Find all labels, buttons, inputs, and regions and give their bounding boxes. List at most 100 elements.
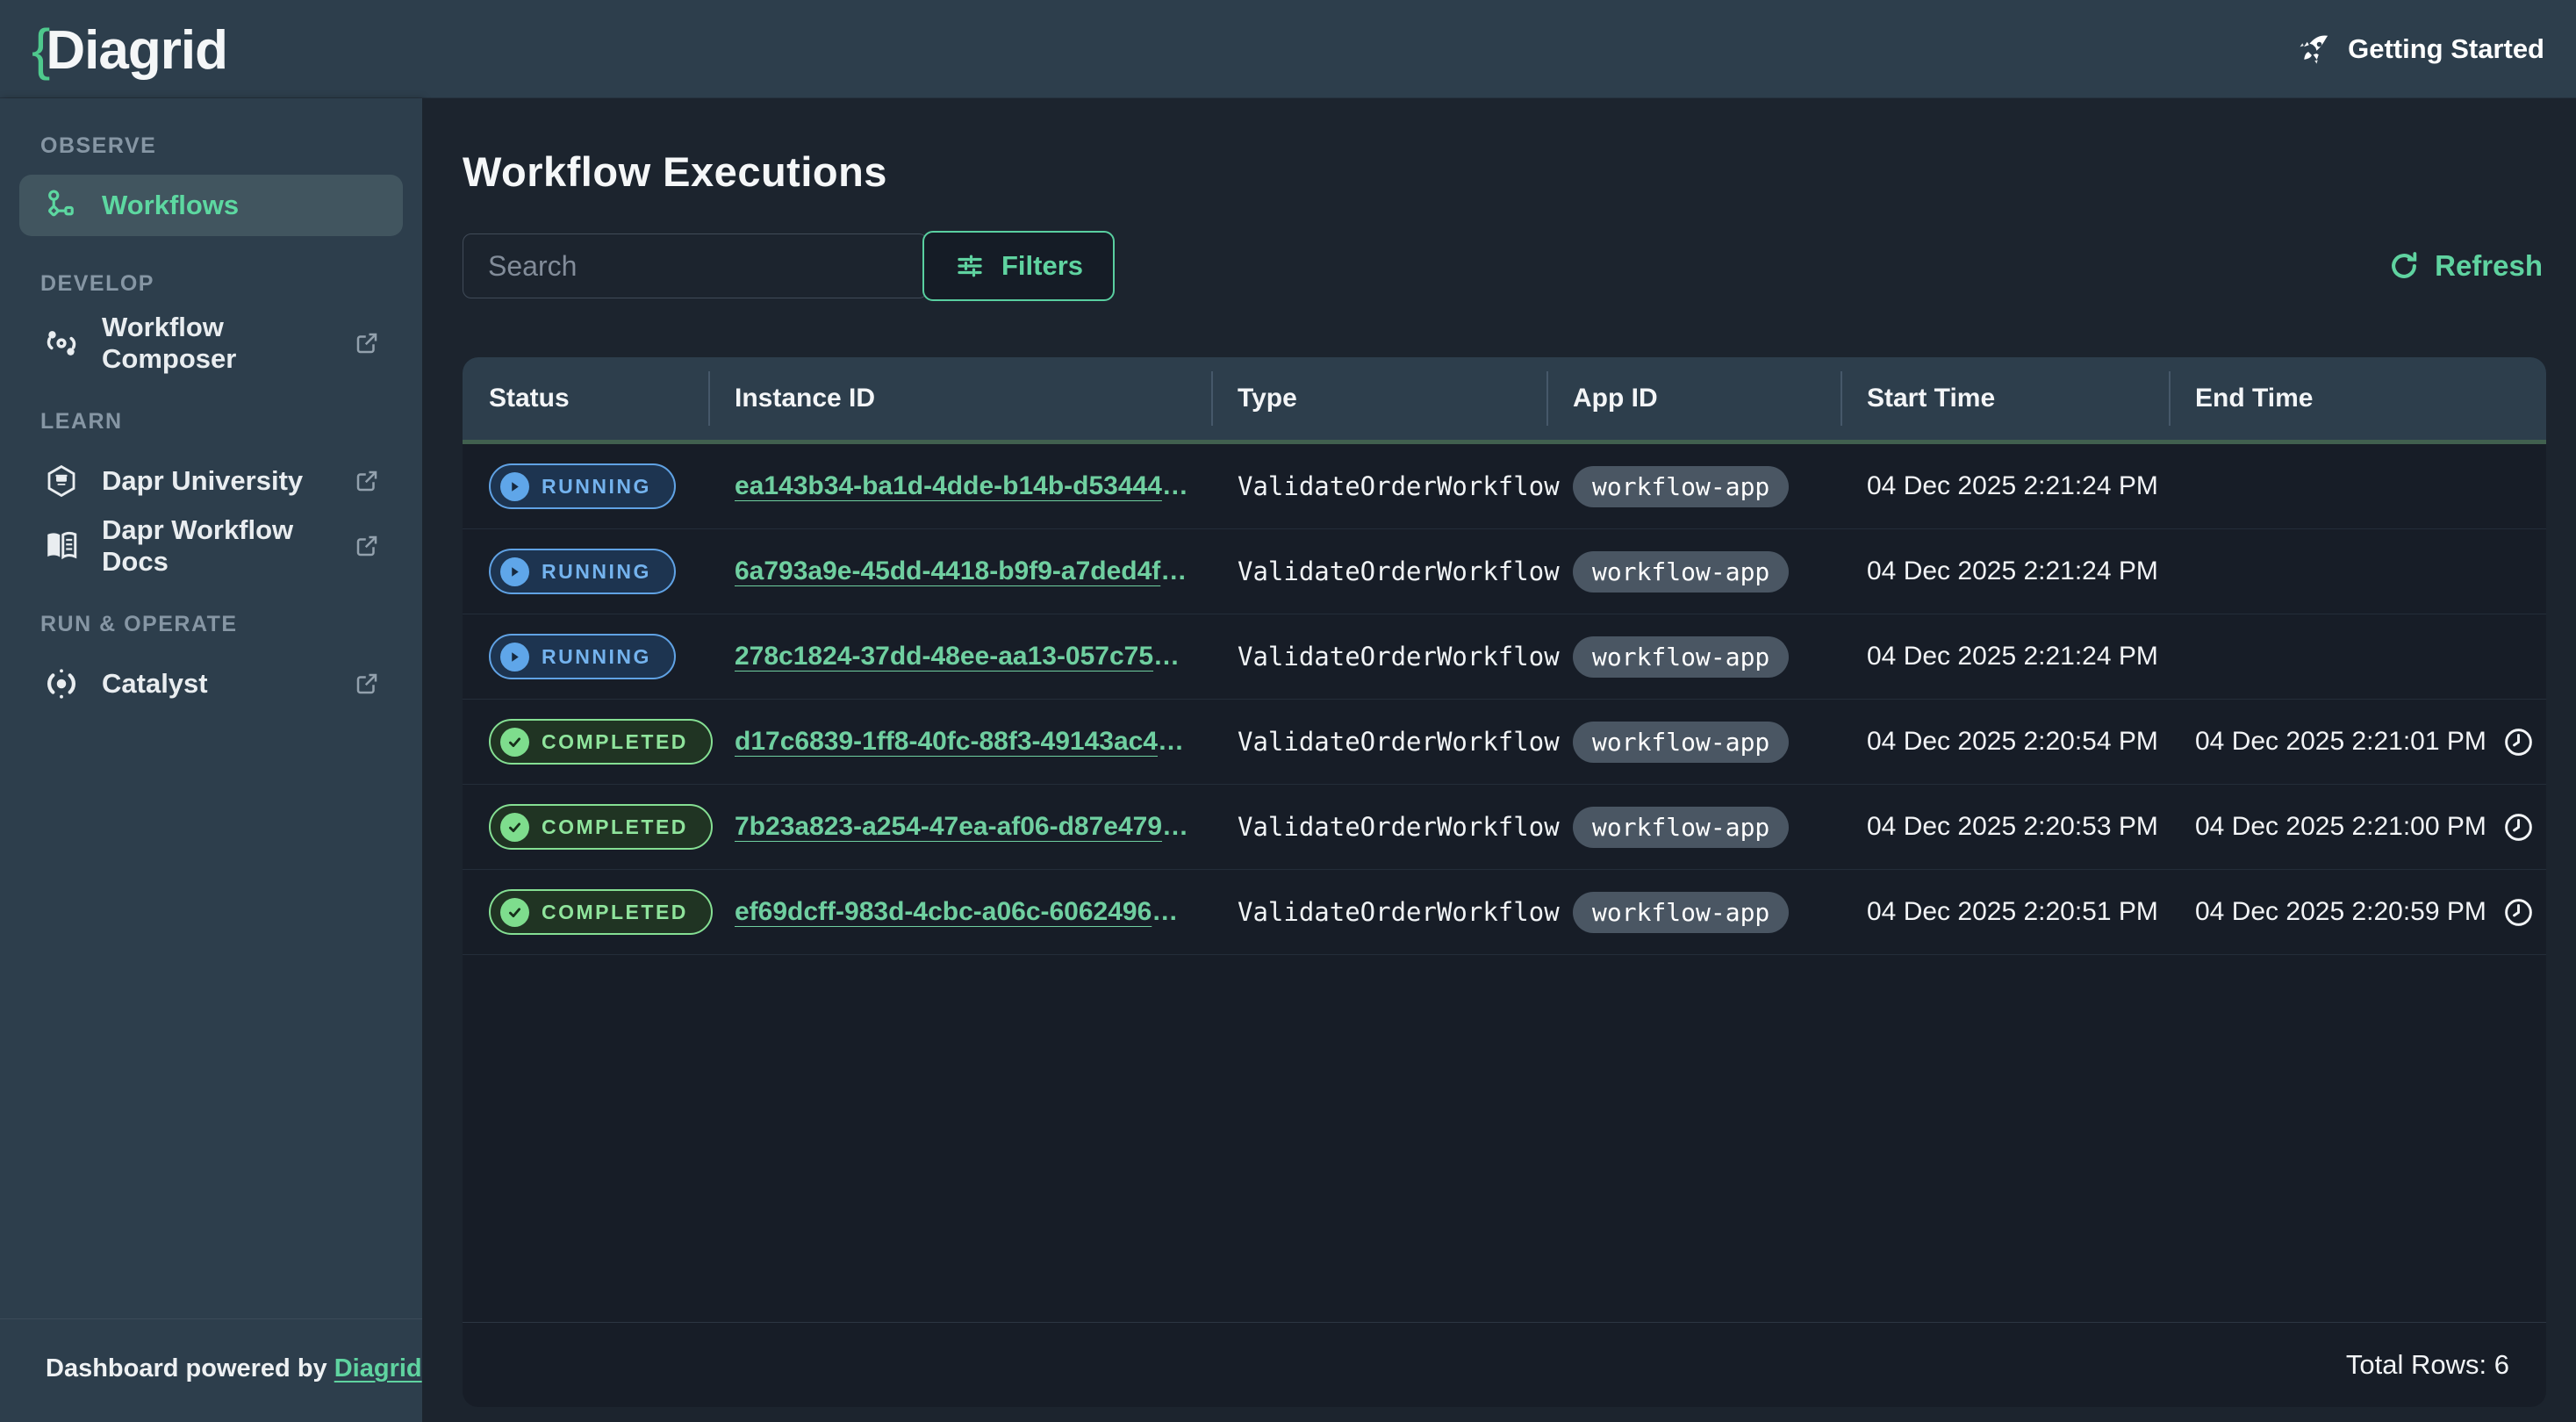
getting-started-button[interactable]: Getting Started [2297, 32, 2544, 67]
app-root: { Diagrid Getting Started OBSERVE [0, 0, 2576, 1422]
table-row: COMPLETED 7b23a823-a254-47ea-af06-d87e47… [463, 785, 2546, 870]
table-row: RUNNING 6a793a9e-45dd-4418-b9f9-a7ded4f1… [463, 529, 2546, 614]
check-icon [507, 735, 522, 750]
start-time-cell: 04 Dec 2025 2:20:51 PM [1841, 897, 2169, 927]
controls-row: Filters Refresh [463, 231, 2546, 301]
sidebar-section-learn: LEARN [40, 409, 422, 434]
column-header-end-time[interactable]: End Time [2169, 357, 2546, 440]
column-header-status[interactable]: Status [463, 357, 708, 440]
app-id-cell: workflow-app [1546, 551, 1841, 592]
refresh-button[interactable]: Refresh [2387, 249, 2543, 283]
status-badge-label: RUNNING [542, 645, 651, 669]
table-row: COMPLETED ef69dcff-983d-4cbc-a06c-606249… [463, 870, 2546, 955]
instance-id-cell: 6a793a9e-45dd-4418-b9f9-a7ded4f10b71 [708, 557, 1211, 586]
status-cell: RUNNING [463, 463, 708, 509]
end-time-cell: 04 Dec 2025 2:21:00 PM [2169, 811, 2546, 844]
diagrid-link[interactable]: Diagrid [334, 1354, 422, 1382]
workflow-type-text: ValidateOrderWorkflow [1238, 727, 1560, 757]
app-id-cell: workflow-app [1546, 636, 1841, 678]
start-time-cell: 04 Dec 2025 2:21:24 PM [1841, 642, 2169, 672]
instance-id-link[interactable]: 6a793a9e-45dd-4418-b9f9-a7ded4f10b71 [735, 557, 1191, 586]
table-body: RUNNING ea143b34-ba1d-4dde-b14b-d5344486… [463, 444, 2546, 955]
sidebar-item-label: Dapr Workflow Docs [102, 514, 333, 578]
sidebar-item-dapr-university[interactable]: Dapr University [19, 450, 403, 512]
diagrid-logo[interactable]: { Diagrid [32, 17, 227, 82]
catalyst-icon [42, 664, 81, 703]
app-id-cell: workflow-app [1546, 807, 1841, 848]
table-row: RUNNING 278c1824-37dd-48ee-aa13-057c7525… [463, 614, 2546, 700]
search-input[interactable] [463, 233, 928, 298]
type-cell: ValidateOrderWorkflow [1211, 897, 1546, 927]
type-cell: ValidateOrderWorkflow [1211, 727, 1546, 757]
workflow-type-text: ValidateOrderWorkflow [1238, 897, 1560, 927]
sidebar-item-catalyst[interactable]: Catalyst [19, 653, 403, 715]
status-badge: COMPLETED [489, 889, 713, 935]
filters-label: Filters [1001, 250, 1083, 282]
sidebar-item-workflow-composer[interactable]: Workflow Composer [19, 312, 403, 374]
instance-id-link[interactable]: ea143b34-ba1d-4dde-b14b-d53444862… [735, 471, 1191, 501]
sidebar-item-label: Workflows [102, 190, 239, 221]
status-badge: RUNNING [489, 634, 676, 679]
instance-id-cell: 7b23a823-a254-47ea-af06-d87e479d9c8d [708, 812, 1211, 842]
clock-icon [2502, 896, 2535, 929]
getting-started-label: Getting Started [2348, 33, 2544, 65]
sidebar-item-dapr-workflow-docs[interactable]: Dapr Workflow Docs [19, 515, 403, 577]
check-icon [507, 820, 522, 835]
instance-id-link[interactable]: ef69dcff-983d-4cbc-a06c-606249699b50 [735, 897, 1191, 927]
check-icon [507, 905, 522, 920]
status-badge-label: RUNNING [542, 560, 651, 584]
sidebar: OBSERVE Workflows DEVELOP [0, 98, 422, 1422]
column-header-type[interactable]: Type [1211, 357, 1546, 440]
table-row: COMPLETED d17c6839-1ff8-40fc-88f3-49143a… [463, 700, 2546, 785]
top-bar: { Diagrid Getting Started [0, 0, 2576, 98]
column-header-instance-id[interactable]: Instance ID [708, 357, 1211, 440]
dapr-university-icon [42, 462, 81, 500]
sidebar-item-label: Catalyst [102, 668, 208, 700]
start-time-text: 04 Dec 2025 2:20:54 PM [1867, 727, 2158, 757]
column-header-start-time[interactable]: Start Time [1841, 357, 2169, 440]
status-badge: RUNNING [489, 463, 676, 509]
start-time-cell: 04 Dec 2025 2:20:54 PM [1841, 727, 2169, 757]
app-id-pill: workflow-app [1573, 636, 1789, 678]
instance-id-cell: ea143b34-ba1d-4dde-b14b-d53444862… [708, 471, 1211, 501]
filters-button[interactable]: Filters [922, 231, 1115, 301]
rocket-icon [2297, 32, 2332, 67]
app-id-pill: workflow-app [1573, 466, 1789, 507]
instance-id-link[interactable]: 278c1824-37dd-48ee-aa13-057c7525a1ef [735, 642, 1191, 672]
start-time-cell: 04 Dec 2025 2:21:24 PM [1841, 471, 2169, 501]
play-icon [508, 650, 521, 664]
sidebar-item-label: Workflow Composer [102, 312, 333, 375]
end-time-text: 04 Dec 2025 2:21:01 PM [2195, 727, 2486, 757]
instance-id-cell: d17c6839-1ff8-40fc-88f3-49143ac47202 [708, 727, 1211, 757]
play-icon [508, 565, 521, 578]
instance-id-link[interactable]: 7b23a823-a254-47ea-af06-d87e479d9c8d [735, 812, 1191, 842]
main-content: Workflow Executions Filters [422, 98, 2576, 1422]
column-header-app-id[interactable]: App ID [1546, 357, 1841, 440]
start-time-cell: 04 Dec 2025 2:21:24 PM [1841, 557, 2169, 586]
status-cell: RUNNING [463, 549, 708, 594]
start-time-text: 04 Dec 2025 2:21:24 PM [1867, 471, 2158, 501]
status-badge-icon [500, 643, 529, 672]
logo-text: Diagrid [46, 19, 227, 82]
clock-icon [2502, 726, 2535, 758]
sidebar-item-workflows[interactable]: Workflows [19, 175, 403, 236]
powered-by-text: Dashboard powered by [46, 1354, 327, 1382]
end-time-cell: 04 Dec 2025 2:20:59 PM [2169, 896, 2546, 929]
table-header-row: Status Instance ID Type App ID Start Tim… [463, 357, 2546, 440]
status-badge-icon [500, 898, 529, 927]
play-icon [508, 480, 521, 493]
table-row: RUNNING ea143b34-ba1d-4dde-b14b-d5344486… [463, 444, 2546, 529]
instance-id-link[interactable]: d17c6839-1ff8-40fc-88f3-49143ac47202 [735, 727, 1191, 757]
external-link-icon [354, 330, 380, 356]
type-cell: ValidateOrderWorkflow [1211, 812, 1546, 842]
app-id-pill: workflow-app [1573, 807, 1789, 848]
sidebar-section-observe: OBSERVE [40, 133, 422, 159]
start-time-text: 04 Dec 2025 2:21:24 PM [1867, 557, 2158, 586]
status-cell: COMPLETED [463, 804, 708, 850]
status-badge-label: COMPLETED [542, 901, 688, 924]
start-time-text: 04 Dec 2025 2:20:53 PM [1867, 812, 2158, 842]
status-badge-icon [500, 813, 529, 842]
app-id-pill: workflow-app [1573, 722, 1789, 763]
clock-icon [2502, 811, 2535, 844]
filters-sliders-icon [954, 250, 986, 282]
